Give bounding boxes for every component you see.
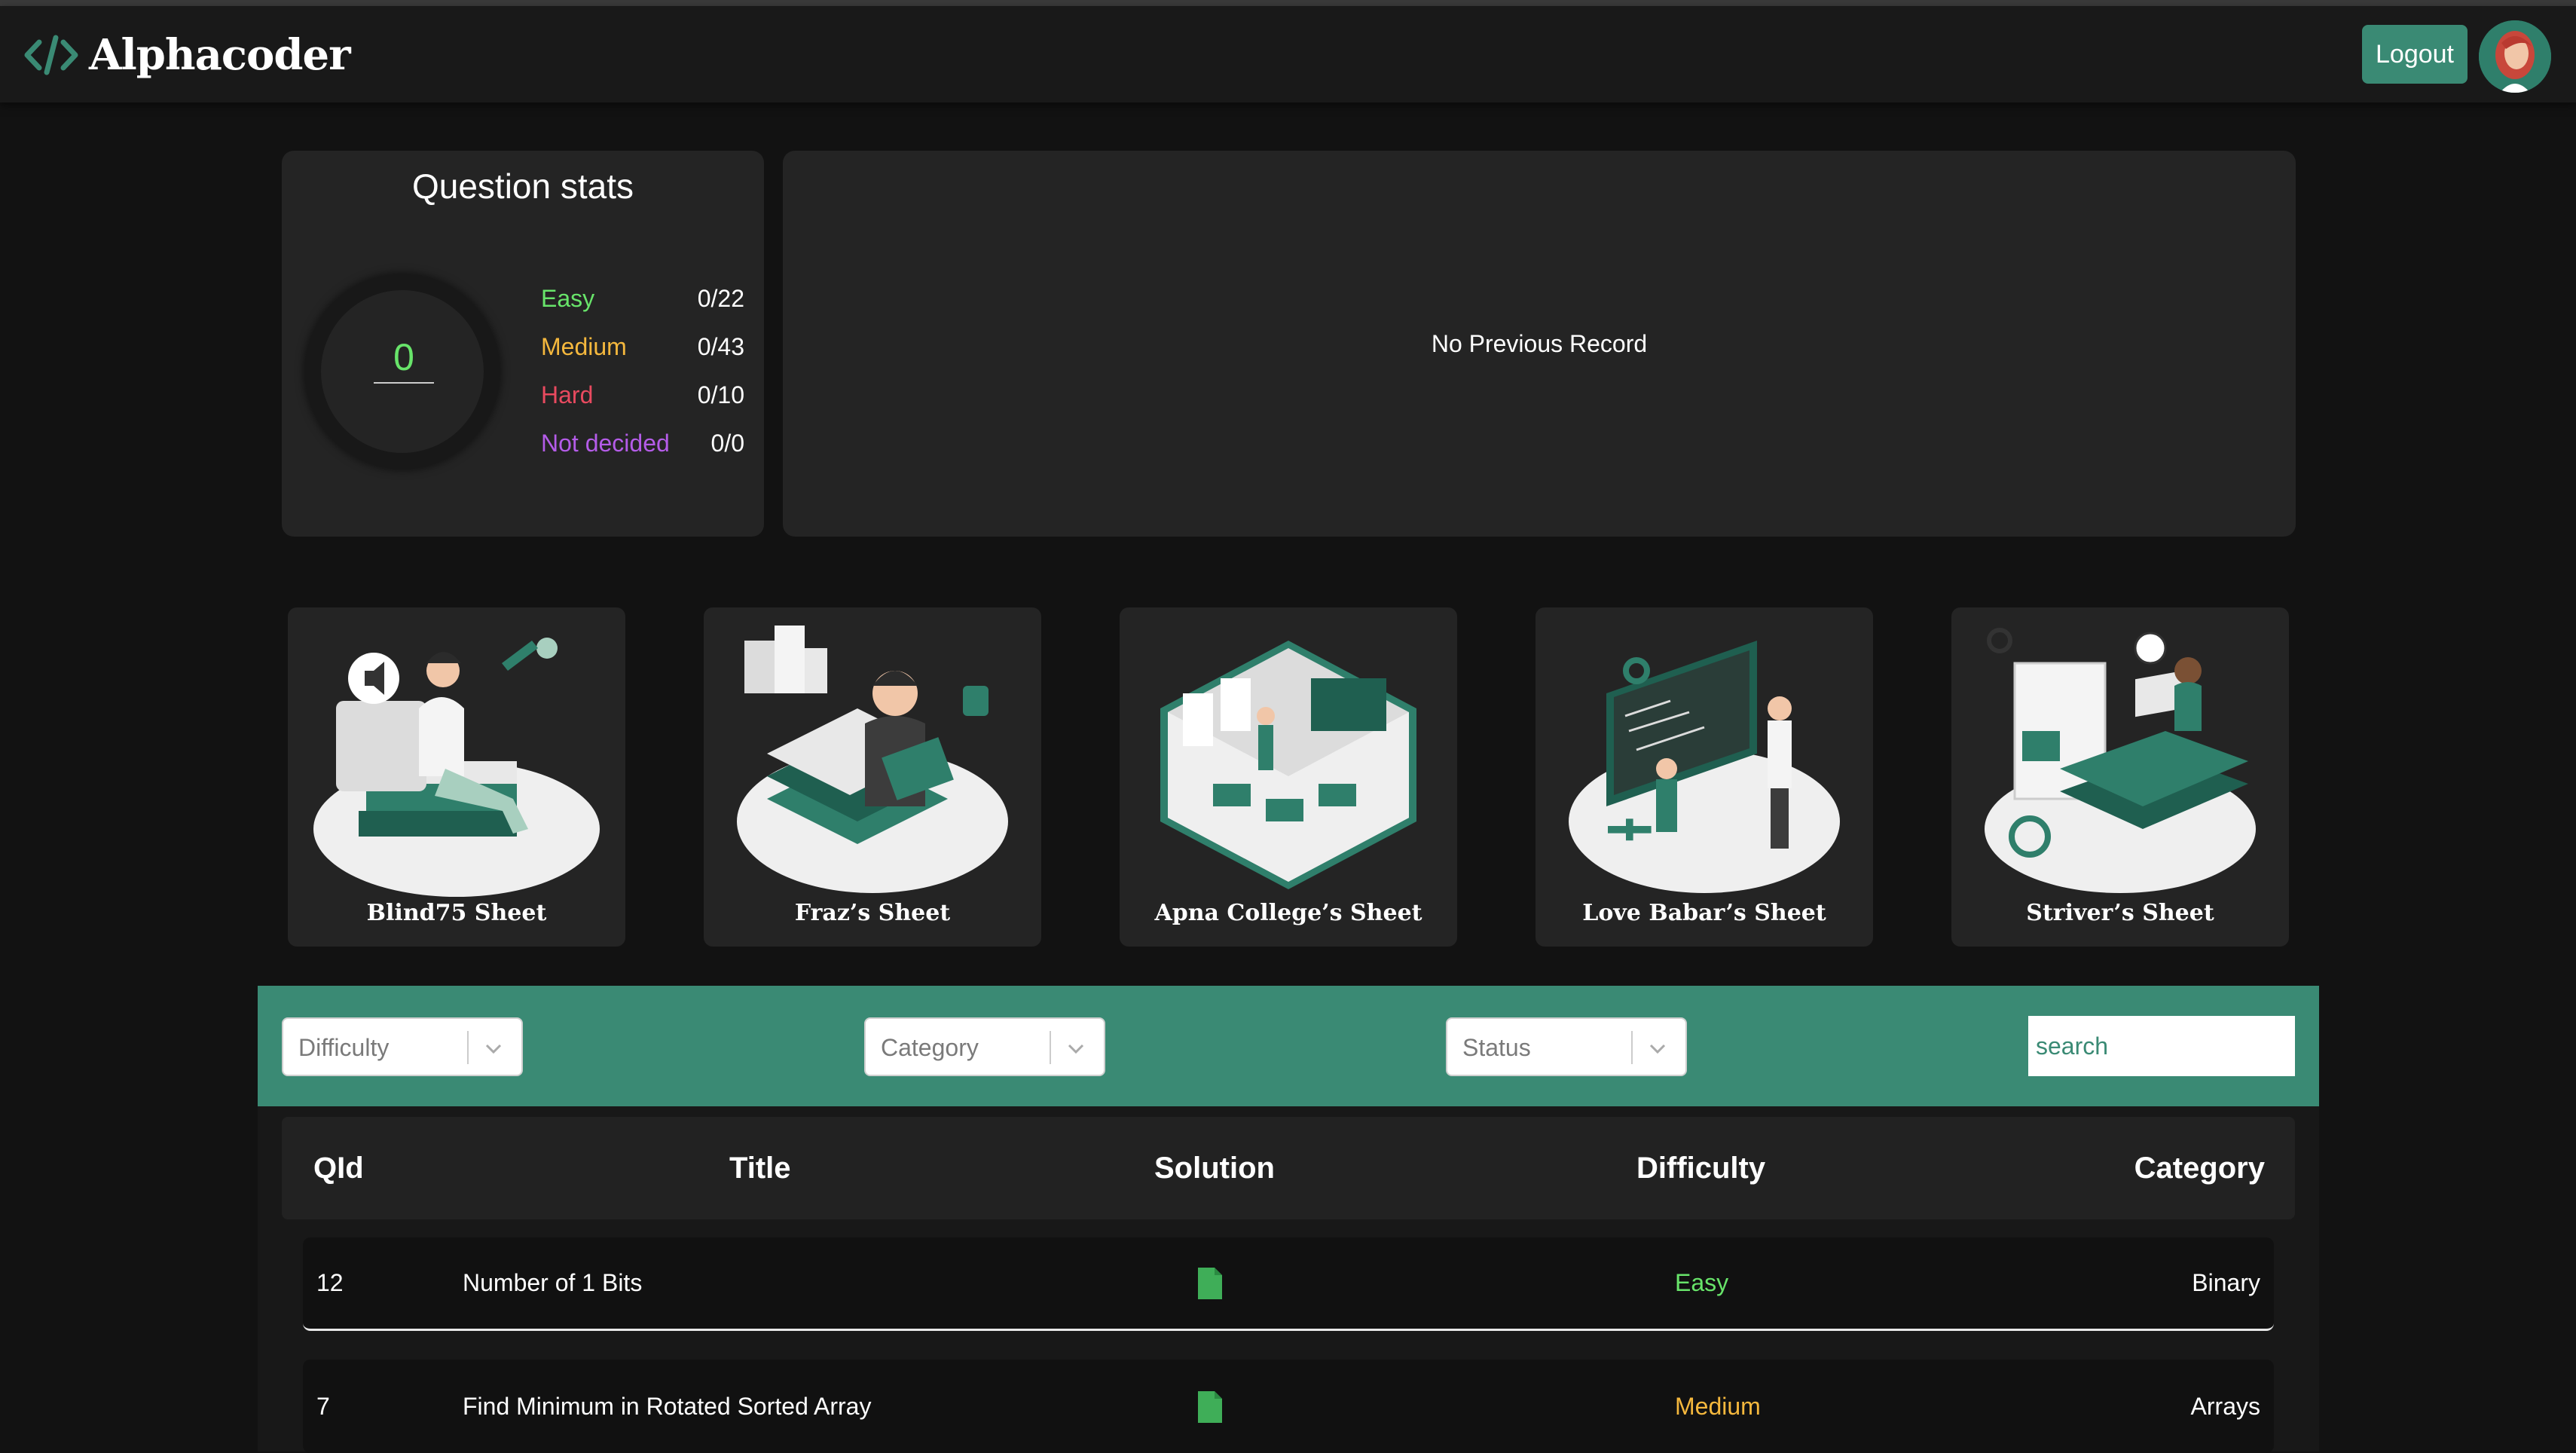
sheet-card-apna-college[interactable]: Apna College’s Sheet [1120,607,1457,947]
row-category: Binary [2192,1269,2260,1296]
document-icon[interactable] [1198,1391,1222,1423]
questions-table: QId Title Solution Difficulty Category 1… [258,1106,2319,1453]
row-difficulty: Medium [1675,1393,1761,1420]
header-category: Category [2134,1152,2265,1185]
top-border [0,0,2576,6]
row-qid: 7 [316,1393,330,1420]
header-difficulty: Difficulty [1636,1152,1766,1185]
code-icon [24,35,78,75]
books-illustration [737,626,1008,893]
user-avatar-icon [2479,20,2551,93]
sheet-name: Blind75 Sheet [366,900,547,926]
filter-bar: Difficulty Category Status [258,986,2319,1106]
header-solution: Solution [1154,1152,1275,1185]
sheet-card-love-babar[interactable]: Love Babar’s Sheet [1536,607,1873,947]
select-separator [1050,1031,1051,1064]
stat-label-medium: Medium [541,333,627,360]
history-card: No Previous Record [783,151,2296,537]
header-title: Title [729,1152,791,1185]
brand-name: Alphacoder [89,30,351,80]
stat-value-easy: 0/22 [697,285,744,312]
search-input[interactable] [2028,1016,2295,1076]
no-record-message: No Previous Record [1431,330,1648,357]
status-select[interactable]: Status [1446,1017,1687,1076]
sheet-name: Striver’s Sheet [2026,900,2214,926]
row-qid: 12 [316,1269,344,1296]
teaching-illustration [1569,641,1840,893]
stats-title: Question stats [411,167,634,206]
table-row[interactable]: 7 Find Minimum in Rotated Sorted Array M… [303,1360,2274,1453]
difficulty-select-placeholder: Difficulty [298,1034,390,1061]
table-row[interactable]: 12 Number of 1 Bits Easy Binary [303,1237,2274,1331]
stat-label-hard: Hard [541,381,594,408]
stat-row-medium: Medium 0/43 [541,333,744,363]
thesis-illustration [1985,628,2256,893]
chevron-down-icon [1068,1044,1084,1054]
select-separator [1631,1031,1633,1064]
category-select[interactable]: Category [864,1017,1105,1076]
chevron-down-icon [1649,1044,1666,1054]
category-select-placeholder: Category [881,1034,979,1061]
sheet-name: Love Babar’s Sheet [1582,900,1826,926]
brand[interactable]: Alphacoder [23,27,351,83]
table-header: QId Title Solution Difficulty Category [282,1117,2295,1219]
row-title[interactable]: Find Minimum in Rotated Sorted Array [463,1393,871,1421]
sheet-card-striver[interactable]: Striver’s Sheet [1951,607,2289,947]
stat-row-not-decided: Not decided 0/0 [541,430,744,460]
sheet-name: Fraz’s Sheet [794,900,951,926]
header-qid: QId [313,1152,364,1185]
classroom-illustration [1160,641,1416,889]
stat-row-hard: Hard 0/10 [541,381,744,411]
chevron-down-icon [485,1044,502,1054]
sheet-card-blind75[interactable]: Blind75 Sheet [288,607,625,947]
stat-label-not-decided: Not decided [541,430,670,457]
solved-count: 0 [374,335,434,384]
stat-value-not-decided: 0/0 [710,430,744,457]
sheet-card-fraz[interactable]: Fraz’s Sheet [704,607,1041,947]
select-separator [467,1031,469,1064]
stat-value-hard: 0/10 [697,381,744,408]
stat-row-easy: Easy 0/22 [541,285,744,315]
logout-button[interactable]: Logout [2362,25,2468,84]
navbar: Alphacoder Logout [0,6,2576,102]
difficulty-select[interactable]: Difficulty [282,1017,523,1076]
question-stats-card: Question stats 0 Easy 0/22 Medium 0/43 H… [282,151,764,537]
row-category: Arrays [2190,1393,2260,1420]
avatar[interactable] [2479,20,2551,93]
stat-value-medium: 0/43 [697,333,744,360]
sheet-name: Apna College’s Sheet [1154,900,1422,926]
status-select-placeholder: Status [1462,1034,1531,1061]
row-title[interactable]: Number of 1 Bits [463,1269,642,1297]
row-difficulty: Easy [1675,1269,1729,1296]
document-icon[interactable] [1198,1268,1222,1299]
reading-illustration [313,638,600,897]
stat-label-easy: Easy [541,285,595,312]
